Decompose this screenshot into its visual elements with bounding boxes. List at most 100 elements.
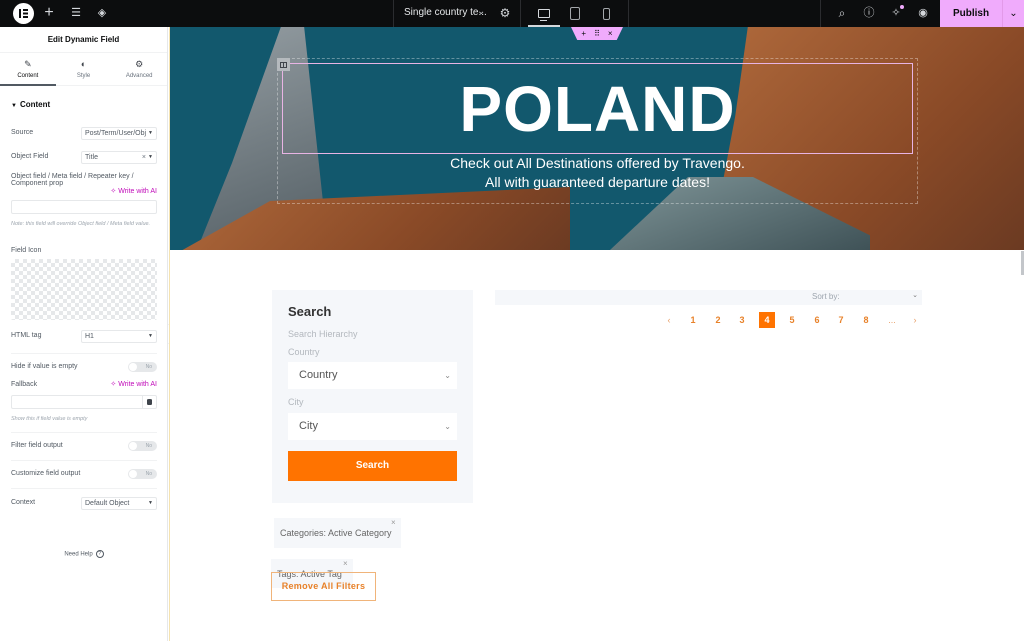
elementor-logo-icon[interactable] (13, 3, 34, 24)
pagination-page[interactable]: 6 (809, 312, 825, 328)
search-icon[interactable]: ⌕ (834, 5, 850, 21)
add-section-icon[interactable]: + (581, 29, 586, 38)
editor-panel: Edit Dynamic Field ✎ Content ◐ Style ⚙ A… (0, 27, 168, 641)
dynamic-tags-button[interactable] (143, 395, 157, 409)
pagination-page[interactable]: 7 (833, 312, 849, 328)
tab-label: Advanced (125, 72, 153, 79)
select-value: Post/Term/User/Obj (85, 130, 147, 137)
hide-if-empty-toggle[interactable]: No (128, 362, 157, 372)
write-with-ai-link[interactable]: ✧ Write with AI (110, 380, 157, 390)
ai-link-label: Write with AI (118, 381, 157, 388)
container-handle-icon[interactable] (277, 58, 290, 71)
pagination-prev[interactable]: ‹ (661, 312, 677, 328)
divider (11, 353, 157, 354)
half-circle-icon: ◐ (80, 58, 87, 69)
tab-label: Content (17, 72, 39, 79)
site-settings-icon[interactable]: ☰ (68, 5, 84, 21)
pagination-page[interactable]: 1 (685, 312, 701, 328)
pagination: ‹ 1 2 3 4 5 6 7 8 ... › (170, 312, 1024, 328)
chevron-down-icon[interactable]: ⌄ (477, 6, 485, 17)
need-help-label: Need Help (64, 551, 93, 558)
select-value: City (299, 420, 318, 432)
control-customize-output: Customize field output No (11, 468, 157, 480)
device-desktop-button[interactable] (528, 0, 560, 27)
notification-dot (900, 5, 904, 9)
caret-down-icon: ▼ (148, 500, 153, 506)
tablet-icon (570, 7, 580, 20)
caret-down-icon: ▼ (148, 154, 153, 160)
select-value: Title (85, 154, 98, 161)
tab-label: Style (76, 72, 91, 79)
caret-down-icon: ▼ (148, 130, 153, 136)
ai-link-label: Write with AI (118, 188, 157, 195)
pagination-next[interactable]: › (907, 312, 923, 328)
write-with-ai-link[interactable]: ✧ Write with AI (110, 187, 157, 197)
pagination-page-current[interactable]: 4 (759, 312, 775, 328)
sort-select[interactable]: Sort by: ⌄ (495, 290, 922, 305)
preview-eye-icon[interactable]: ◉ (915, 5, 931, 21)
control-source: Source Post/Term/User/Obj ▼ (11, 127, 157, 141)
mobile-icon (602, 7, 610, 20)
remove-chip-icon[interactable]: × (391, 507, 396, 538)
pagination-page[interactable]: 8 (858, 312, 874, 328)
close-icon[interactable]: × (608, 29, 613, 38)
database-icon (147, 399, 152, 405)
city-select[interactable]: City ⌄ (288, 413, 457, 440)
control-hide-if-empty: Hide if value is empty No (11, 361, 157, 373)
control-html-tag: HTML tag H1 ▼ (11, 330, 157, 344)
need-help-link[interactable]: Need Help? (0, 550, 168, 558)
editor-top-bar: + ☰ ◈ Single country te... ⌄ ⚙ ⌕ ⓘ ✧ ◉ P… (0, 0, 1024, 27)
icon-picker[interactable] (11, 259, 157, 320)
publish-options-chevron-icon[interactable]: ⌄ (1002, 0, 1024, 27)
page-settings-gear-icon[interactable]: ⚙ (497, 5, 513, 21)
device-tablet-button[interactable] (559, 0, 591, 27)
pagination-page[interactable]: 2 (710, 312, 726, 328)
filter-output-toggle[interactable]: No (128, 441, 157, 451)
panel-title: Edit Dynamic Field (0, 27, 167, 53)
add-element-icon[interactable]: + (41, 5, 57, 21)
tab-content[interactable]: ✎ Content (0, 53, 56, 86)
control-label: HTML tag (11, 332, 42, 339)
device-mobile-button[interactable] (590, 0, 622, 27)
html-tag-select[interactable]: H1 ▼ (81, 330, 157, 343)
drag-handle-icon[interactable]: ⠿ (594, 29, 600, 38)
hero-subtitle-line1: Check out All Destinations offered by Tr… (450, 155, 745, 171)
structure-layers-icon[interactable]: ◈ (94, 5, 110, 21)
clear-icon[interactable]: × (142, 152, 146, 163)
section-toggle-content[interactable]: ▼ Content (0, 86, 167, 109)
divider (11, 488, 157, 489)
control-label: Fallback (11, 381, 38, 388)
control-label: Customize field output (11, 470, 81, 477)
tab-style[interactable]: ◐ Style (56, 53, 112, 85)
object-field-select[interactable]: Title × ▼ (81, 151, 157, 164)
hero-title[interactable]: POLAND (170, 72, 1024, 146)
select-value: H1 (85, 333, 94, 340)
help-icon[interactable]: ⓘ (861, 5, 877, 21)
pagination-ellipsis: ... (888, 315, 896, 325)
document-title[interactable]: Single country te... (404, 7, 487, 18)
country-select[interactable]: Country ⌄ (288, 362, 457, 389)
control-label: Filter field output (11, 442, 63, 449)
customize-output-toggle[interactable]: No (128, 469, 157, 479)
section-label: Content (19, 100, 51, 109)
publish-button[interactable]: Publish (940, 0, 1002, 27)
active-filter-chip: Categories: Active Category × (274, 518, 401, 548)
control-meta-field: Object field / Meta field / Repeater key… (11, 173, 157, 253)
search-hierarchy-label: Search Hierarchy (288, 329, 358, 339)
pagination-page[interactable]: 3 (734, 312, 750, 328)
source-select[interactable]: Post/Term/User/Obj ▼ (81, 127, 157, 140)
select-value: Country (299, 369, 338, 381)
fallback-input[interactable] (11, 395, 143, 409)
control-label: Context (11, 499, 36, 506)
tab-advanced[interactable]: ⚙ Advanced (111, 53, 167, 85)
remove-all-filters-button[interactable]: Remove All Filters (271, 572, 376, 601)
meta-field-input[interactable] (11, 200, 157, 214)
divider (11, 460, 157, 461)
toggle-state: No (145, 443, 152, 449)
desktop-icon (538, 9, 550, 21)
pagination-page[interactable]: 5 (784, 312, 800, 328)
context-select[interactable]: Default Object ▼ (81, 497, 157, 510)
control-fallback: Fallback ✧ Write with AI Show this if fi… (11, 379, 157, 422)
hero-section[interactable]: POLAND Check out All Destinations offere… (170, 27, 1024, 250)
search-button[interactable]: Search (288, 451, 457, 481)
